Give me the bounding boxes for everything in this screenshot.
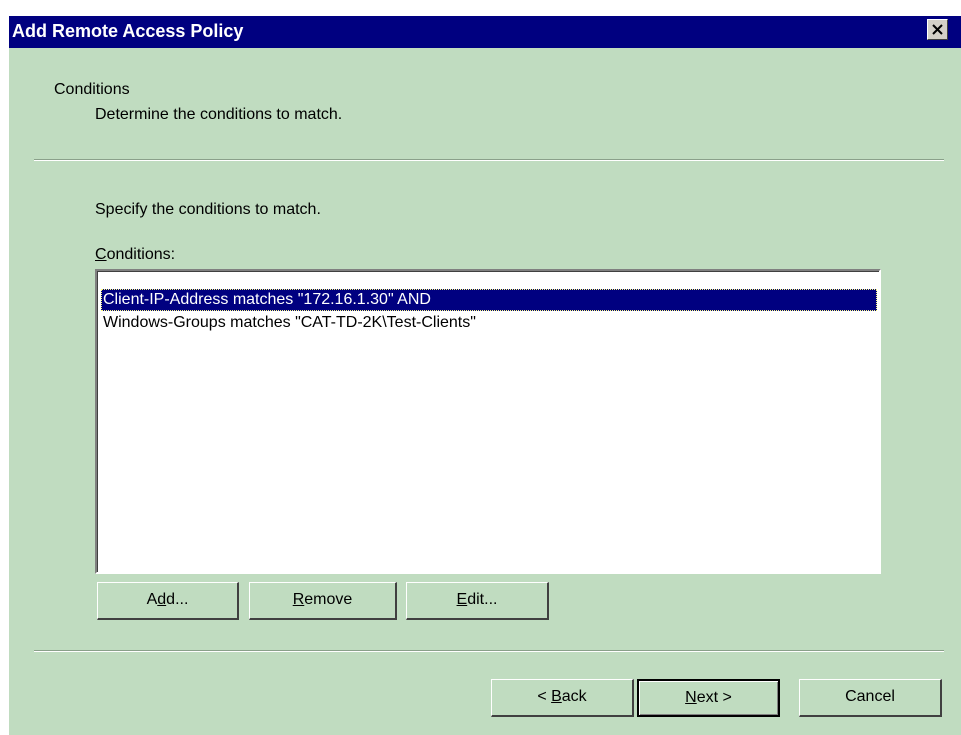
edit-button-mnemonic: E [456,591,468,608]
header-separator [34,159,944,161]
condition-item-windows-groups[interactable]: Windows-Groups matches "CAT-TD-2K\Test-C… [101,312,877,334]
page-subtitle: Determine the conditions to match. [95,106,343,123]
footer-separator [34,650,944,652]
instructions-text: Specify the conditions to match. [95,201,321,218]
next-button-post: ext > [696,689,732,706]
next-button[interactable]: Next > [637,679,780,717]
back-button-post: ack [561,688,587,705]
page-title: Conditions [54,81,130,98]
remove-button-post: emove [304,591,353,608]
back-button[interactable]: < Back [491,679,634,717]
edit-button-post: dit... [467,591,498,608]
condition-item-client-ip[interactable]: Client-IP-Address matches "172.16.1.30" … [101,289,877,311]
back-button-mnemonic: B [551,688,562,705]
add-button-post: d... [166,591,189,608]
close-button[interactable] [927,19,948,40]
conditions-label-mnemonic: C [95,246,107,263]
cancel-button[interactable]: Cancel [799,679,942,717]
back-button-pre: < [537,688,552,705]
conditions-list[interactable]: Client-IP-Address matches "172.16.1.30" … [95,269,881,574]
conditions-label: Conditions: [95,245,175,265]
add-button-mnemonic: d [157,591,167,608]
add-remote-access-policy-wizard: Add Remote Access Policy Conditions Dete… [9,16,961,735]
remove-button[interactable]: Remove [249,582,397,620]
next-button-mnemonic: N [685,689,697,706]
add-button[interactable]: Add... [97,582,239,620]
conditions-list-inner: Client-IP-Address matches "172.16.1.30" … [97,271,879,572]
remove-button-mnemonic: R [292,591,305,608]
conditions-label-rest: onditions: [106,246,176,263]
title-bar[interactable]: Add Remote Access Policy [9,16,961,48]
add-button-pre: A [146,591,158,608]
window-title: Add Remote Access Policy [12,21,244,41]
edit-button[interactable]: Edit... [406,582,549,620]
